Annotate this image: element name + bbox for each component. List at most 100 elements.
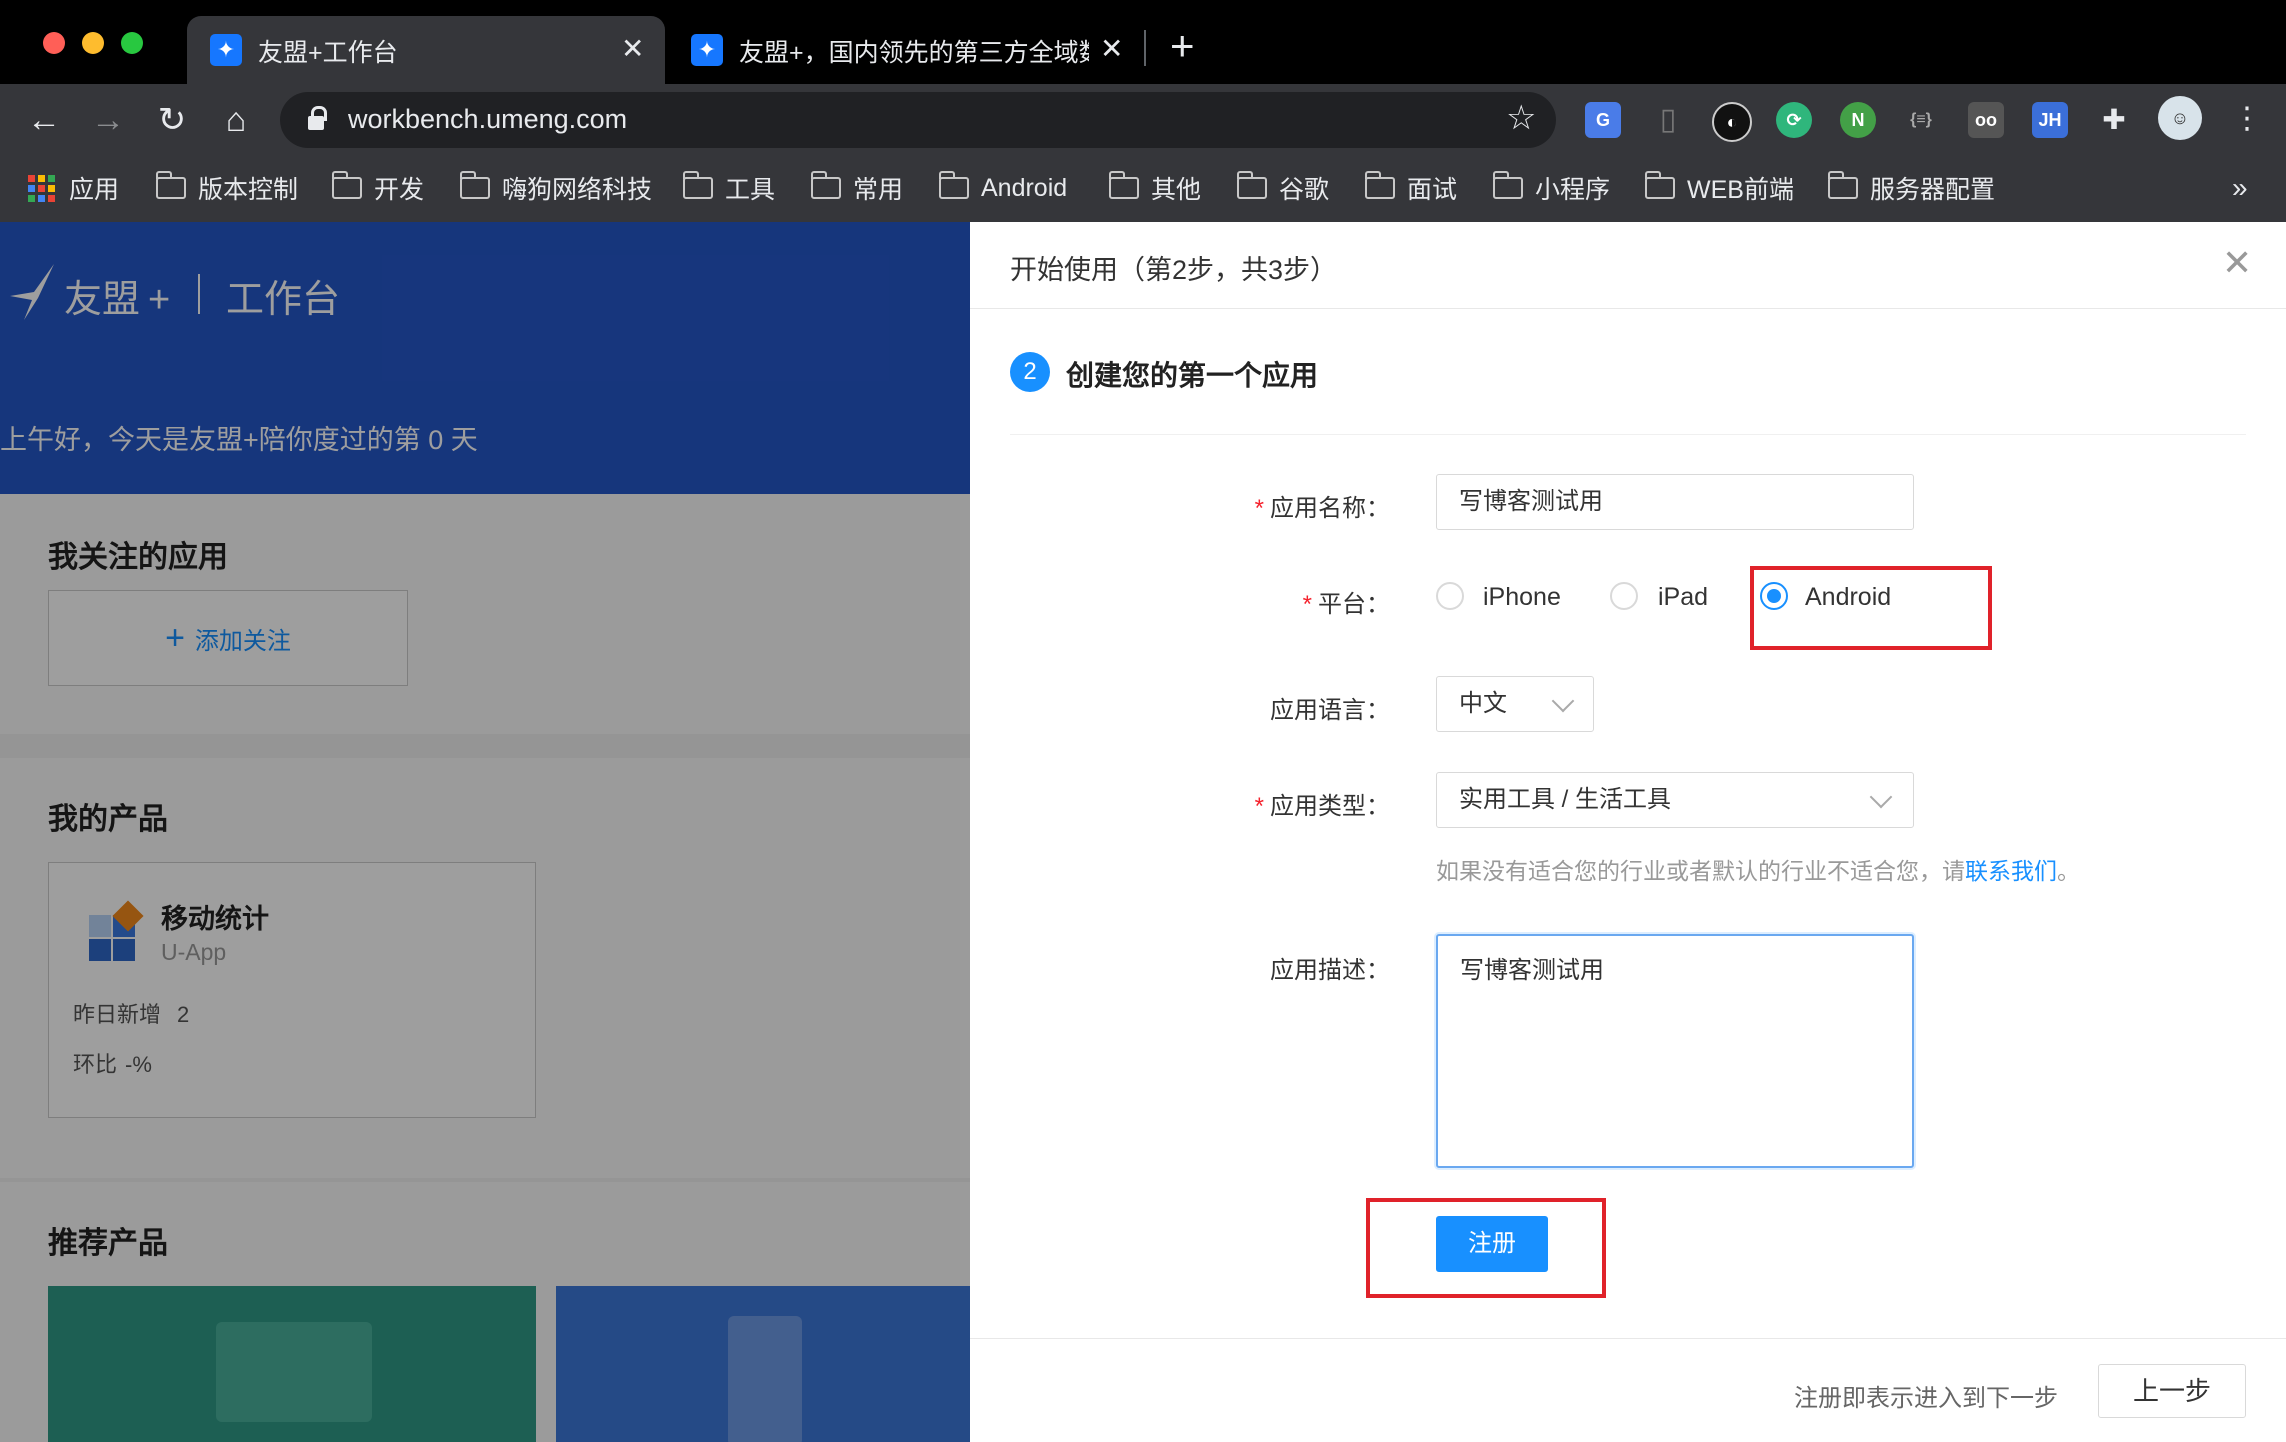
bookmark-folder[interactable]: 谷歌 — [1236, 170, 1330, 206]
bookmark-label: Android — [981, 173, 1068, 202]
new-tab-icon[interactable]: + — [1170, 22, 1195, 70]
footer-divider — [970, 1338, 2286, 1339]
umeng-favicon-icon: ✦ — [210, 34, 242, 66]
bookmark-folder[interactable]: 嗨狗网络科技 — [459, 170, 653, 206]
bookmark-folder[interactable]: 其他 — [1108, 170, 1201, 206]
bookmark-folder[interactable]: 小程序 — [1492, 170, 1611, 206]
folder-icon — [1827, 171, 1858, 199]
app-name-input[interactable]: 写博客测试用 — [1436, 474, 1914, 530]
folder-icon — [1492, 171, 1523, 199]
browser-tab-strip: ✦ 友盟+工作台 ✕ ✦ 友盟+，国内领先的第三方全域数 ✕ + — [0, 0, 2286, 84]
bookmark-label: 开发 — [374, 176, 425, 204]
bookmark-star-icon[interactable]: ☆ — [1506, 98, 1536, 138]
drawer-header: 开始使用（第2步，共3步） ✕ — [970, 222, 2286, 309]
tab-title: 友盟+，国内领先的第三方全域数 — [739, 39, 1089, 67]
tab-close-icon[interactable]: ✕ — [621, 32, 644, 65]
bookmark-folder[interactable]: 开发 — [331, 170, 425, 206]
drawer-title: 开始使用（第2步，共3步） — [1010, 255, 1338, 285]
modal-overlay[interactable] — [0, 222, 970, 1442]
hint-text: 如果没有适合您的行业或者默认的行业不适合您，请 — [1436, 858, 1965, 884]
close-window-button[interactable] — [43, 32, 65, 54]
workbench-page: 友盟 + 工作台 上午好，今天是友盟+陪你度过的第 0 天 我关注的应用 + 添加… — [0, 222, 970, 1442]
bookmark-label: 谷歌 — [1279, 176, 1330, 204]
dark-reader-extension-icon[interactable]: ◐ — [1712, 102, 1752, 142]
select-value: 实用工具 / 生活工具 — [1459, 786, 1672, 813]
app-language-label: 应用语言： — [1270, 697, 1390, 724]
hint-suffix: 。 — [2057, 858, 2080, 884]
bookmark-folder[interactable]: 工具 — [682, 170, 776, 206]
app-type-select[interactable]: 实用工具 / 生活工具 — [1436, 772, 1914, 828]
folder-icon — [682, 171, 713, 199]
sync-extension-icon[interactable]: ⟳ — [1776, 102, 1812, 138]
folder-icon — [810, 171, 841, 199]
more-menu-icon[interactable]: ⋮ — [2232, 100, 2262, 138]
bookmark-label: 版本控制 — [198, 176, 299, 204]
bookmark-folder[interactable]: 常用 — [810, 170, 904, 206]
json-extension-icon[interactable]: {≡} — [1903, 102, 1939, 138]
bookmark-label: 工具 — [725, 176, 776, 204]
bookmark-label: 常用 — [853, 176, 904, 204]
browser-toolbar: ← → ↻ ⌂ workbench.umeng.com ☆ G ▯ ◐ ⟳ N … — [0, 84, 2286, 156]
reader-extension-icon[interactable]: oo — [1968, 102, 2004, 138]
bookmark-label: 面试 — [1407, 176, 1458, 204]
bookmark-label: 嗨狗网络科技 — [502, 176, 653, 204]
extensions-puzzle-icon[interactable]: ✚ — [2096, 102, 2132, 138]
start-drawer: 开始使用（第2步，共3步） ✕ 2 创建您的第一个应用 * 应用名称： 写博客测试… — [970, 222, 2286, 1442]
platform-radio-ipad[interactable] — [1610, 582, 1638, 610]
maximize-window-button[interactable] — [121, 32, 143, 54]
app-name-label: * 应用名称： — [1254, 495, 1390, 522]
folder-icon — [1236, 171, 1267, 199]
step-divider — [1010, 434, 2246, 435]
bookmarks-bar: 应用 版本控制 开发 嗨狗网络科技 工具 常用 Android 其他 谷歌 面试… — [0, 156, 2286, 223]
app-type-label: * 应用类型： — [1254, 793, 1390, 820]
umeng-favicon-icon: ✦ — [691, 34, 723, 66]
type-hint: 如果没有适合您的行业或者默认的行业不适合您，请联系我们。 — [1436, 852, 2080, 886]
close-icon[interactable]: ✕ — [2222, 242, 2252, 284]
forward-icon[interactable]: → — [88, 100, 128, 140]
folder-icon — [155, 171, 186, 199]
platform-radio-iphone[interactable] — [1436, 582, 1464, 610]
node-extension-icon[interactable]: N — [1840, 102, 1876, 138]
bookmark-label: 应用 — [69, 176, 120, 204]
folder-icon — [1108, 171, 1139, 199]
back-icon[interactable]: ← — [24, 100, 64, 140]
select-value: 中文 — [1459, 690, 1507, 717]
bookmark-extension-icon[interactable]: ▯ — [1650, 102, 1686, 138]
app-description-textarea[interactable]: 写博客测试用 — [1436, 934, 1914, 1168]
register-highlight-box — [1366, 1198, 1606, 1298]
android-highlight-box — [1750, 566, 1992, 650]
bookmark-apps[interactable]: 应用 — [28, 170, 119, 206]
home-icon[interactable]: ⌂ — [216, 100, 256, 140]
profile-avatar-icon[interactable]: ☺ — [2158, 96, 2202, 140]
contact-us-link[interactable]: 联系我们 — [1965, 858, 2057, 884]
bookmark-folder[interactable]: 面试 — [1364, 170, 1458, 206]
browser-tab-active[interactable]: ✦ 友盟+工作台 ✕ — [187, 16, 665, 84]
jh-extension-icon[interactable]: JH — [2032, 102, 2068, 138]
bookmark-folder[interactable]: WEB前端 — [1644, 170, 1794, 206]
folder-icon — [1644, 171, 1675, 199]
lock-shackle — [311, 106, 327, 121]
bookmark-label: WEB前端 — [1687, 176, 1794, 204]
address-bar[interactable]: workbench.umeng.com ☆ — [280, 92, 1556, 148]
reload-icon[interactable]: ↻ — [152, 100, 192, 140]
bookmark-folder[interactable]: Android — [938, 170, 1068, 206]
platform-option-label: iPad — [1658, 583, 1709, 611]
browser-tab[interactable]: ✦ 友盟+，国内领先的第三方全域数 ✕ — [668, 16, 1138, 84]
platform-label: * 平台： — [1302, 591, 1390, 618]
tab-close-icon[interactable]: ✕ — [1100, 32, 1123, 65]
chevron-down-icon — [1551, 689, 1575, 713]
bookmarks-overflow-icon[interactable]: » — [2232, 170, 2248, 206]
translate-extension-icon[interactable]: G — [1585, 102, 1621, 138]
platform-option-label: iPhone — [1483, 583, 1561, 611]
tab-divider — [1144, 30, 1146, 66]
prev-step-button[interactable]: 上一步 — [2098, 1364, 2246, 1418]
bookmark-folder[interactable]: 服务器配置 — [1827, 170, 1996, 206]
folder-icon — [459, 171, 490, 199]
tab-title: 友盟+工作台 — [258, 39, 398, 67]
minimize-window-button[interactable] — [82, 32, 104, 54]
bookmark-label: 小程序 — [1535, 176, 1611, 204]
app-language-select[interactable]: 中文 — [1436, 676, 1594, 732]
bookmark-folder[interactable]: 版本控制 — [155, 170, 299, 206]
bookmark-label: 服务器配置 — [1870, 176, 1996, 204]
apps-grid-icon — [28, 174, 55, 202]
